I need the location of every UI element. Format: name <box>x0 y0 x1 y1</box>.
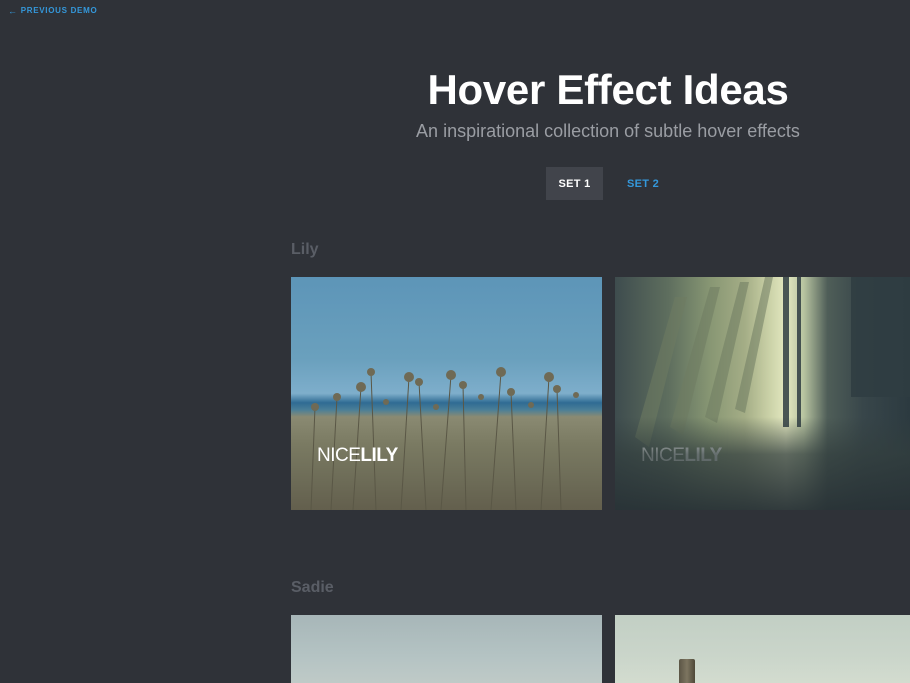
caption-lily-1: NICELILY <box>317 445 398 467</box>
page-title: Hover Effect Ideas <box>427 66 789 113</box>
tab-set-2[interactable]: SET 2 <box>603 167 674 200</box>
caption-light-text: NICE <box>641 445 685 466</box>
page-subtitle: An inspirational collection of subtle ho… <box>416 121 800 141</box>
grid-item-sadie-1[interactable] <box>291 615 602 683</box>
grid-item-lily-1[interactable]: NICELILY <box>291 277 602 510</box>
grid-item-sadie-2[interactable] <box>615 615 910 683</box>
field-flowers-image <box>310 367 579 510</box>
set-tabs: SET 1 SET 2 <box>546 167 674 200</box>
caption-bold-text: LILY <box>684 445 722 466</box>
caption-lily-2: NICELILY <box>641 445 722 467</box>
previous-demo-link[interactable]: ← PREVIOUS DEMO <box>8 6 97 15</box>
interior-wall-image <box>635 277 910 447</box>
page: ← PREVIOUS DEMO Hover Effect Ideas An in… <box>0 0 910 683</box>
wooden-post-image <box>679 659 695 683</box>
caption-light-text: NICE <box>317 445 361 466</box>
caption-bold-text: LILY <box>360 445 398 466</box>
previous-demo-label: PREVIOUS DEMO <box>20 6 98 15</box>
section-title-lily: Lily <box>291 241 319 258</box>
arrow-left-icon: ← <box>8 5 18 16</box>
section-title-sadie: Sadie <box>291 579 334 596</box>
grid-item-lily-2[interactable]: NICELILY <box>615 277 910 510</box>
tab-set-1[interactable]: SET 1 <box>546 167 603 200</box>
